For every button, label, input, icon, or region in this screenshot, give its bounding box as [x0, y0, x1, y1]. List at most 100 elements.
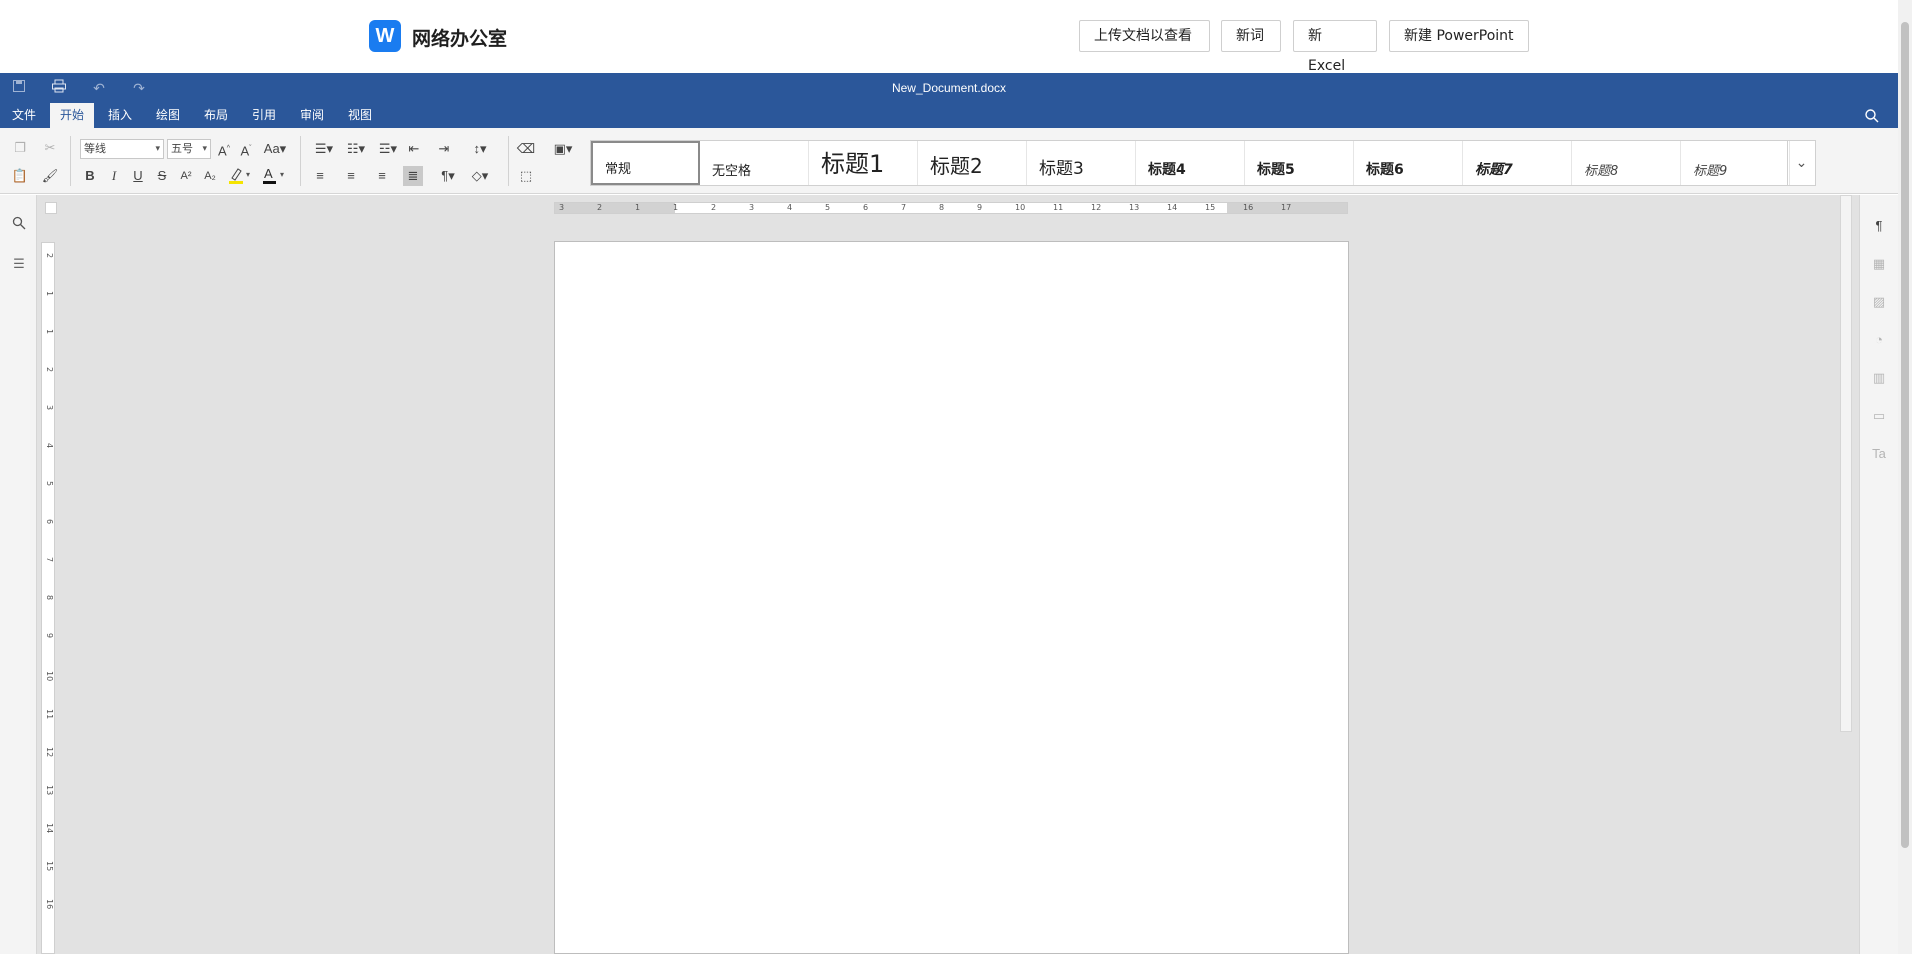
style-heading-9[interactable]: 标题9 [1681, 141, 1790, 185]
table-icon[interactable]: ▦ [1869, 254, 1889, 274]
style-heading-1-label: 标题1 [821, 150, 885, 178]
copy-icon[interactable]: ❐ [10, 138, 30, 158]
superscript-icon[interactable]: A² [176, 166, 196, 186]
ruler-number: 11 [45, 709, 54, 720]
document-page[interactable] [554, 241, 1349, 954]
ruler-number: 2 [597, 203, 603, 212]
tab-view[interactable]: 视图 [338, 103, 382, 128]
new-powerpoint-button[interactable]: 新建 PowerPoint [1389, 20, 1529, 52]
document-scrollbar[interactable] [1840, 195, 1852, 732]
strikethrough-icon[interactable]: S [152, 166, 172, 186]
shading-icon[interactable]: ◇▾ [466, 166, 494, 186]
tab-stop-selector[interactable] [45, 202, 57, 214]
ruler-number: 9 [977, 203, 983, 212]
style-heading-7[interactable]: 标题7 [1463, 141, 1572, 185]
brand-name[interactable]: 网络办公室 [412, 24, 507, 51]
window-scrollbar[interactable] [1898, 0, 1912, 954]
header-footer-icon[interactable]: ▭ [1869, 406, 1889, 426]
tab-references[interactable]: 引用 [242, 103, 286, 128]
style-no-spacing[interactable]: 无空格 [700, 141, 809, 185]
justify-icon[interactable]: ≣ [403, 166, 423, 186]
increase-indent-icon[interactable]: ⇥ [434, 139, 454, 159]
decrease-indent-icon[interactable]: ⇤ [404, 139, 424, 159]
tab-review[interactable]: 审阅 [290, 103, 334, 128]
shape-icon[interactable]: ◔ [1869, 330, 1889, 350]
window-scrollbar-thumb[interactable] [1901, 22, 1909, 848]
new-excel-button[interactable]: 新 Excel [1293, 20, 1377, 74]
align-right-icon[interactable]: ≡ [372, 166, 392, 186]
style-heading-6[interactable]: 标题6 [1354, 141, 1463, 185]
tab-home[interactable]: 开始 [50, 103, 95, 128]
align-left-icon[interactable]: ≡ [310, 166, 330, 186]
text-art-icon[interactable]: Ta [1869, 444, 1889, 464]
cut-icon[interactable]: ✂ [40, 138, 60, 158]
tab-file[interactable]: 文件 [2, 103, 46, 128]
ruler-number: 14 [45, 823, 54, 834]
grow-font-icon[interactable]: A^ [214, 139, 234, 159]
highlight-color-icon[interactable]: ▾ [226, 166, 254, 186]
tab-layout[interactable]: 布局 [194, 103, 238, 128]
ruler-number: 4 [787, 203, 793, 212]
ribbon-separator [300, 136, 301, 186]
new-word-button[interactable]: 新词 [1221, 20, 1281, 52]
chart-icon[interactable]: ▥ [1869, 368, 1889, 388]
site-header: W 网络办公室 上传文档以查看 新词 新 Excel 新建 PowerPoint [0, 0, 1898, 74]
underline-icon[interactable]: U [128, 166, 148, 186]
shrink-font-icon[interactable]: Aˇ [236, 139, 256, 159]
multilevel-list-icon[interactable]: ☲▾ [374, 139, 402, 159]
style-heading-2[interactable]: 标题2 [918, 141, 1027, 185]
navigation-icon[interactable]: ☰ [9, 254, 29, 274]
style-heading-4[interactable]: 标题4 [1136, 141, 1245, 185]
search-icon[interactable] [9, 216, 29, 236]
line-spacing-icon[interactable]: ↕▾ [466, 139, 494, 159]
format-painter-icon[interactable]: 🖌 [40, 166, 60, 186]
align-center-icon[interactable]: ≡ [341, 166, 361, 186]
style-heading-1[interactable]: 标题1 [809, 141, 918, 185]
style-heading-3[interactable]: 标题3 [1027, 141, 1136, 185]
font-color-icon[interactable]: A ▾ [260, 166, 288, 186]
ruler-number: 10 [45, 671, 54, 682]
styles-expand-icon[interactable]: ⌄ [1787, 141, 1815, 185]
ruler-number: 16 [1243, 203, 1254, 212]
select-all-icon[interactable]: ⬚ [516, 166, 536, 186]
horizontal-ruler[interactable]: 3 2 1 1 2 3 4 5 6 7 8 9 10 11 12 13 14 15 16 17 [554, 202, 1348, 214]
paste-icon[interactable]: 📋 [10, 166, 30, 186]
numbered-list-icon[interactable]: ☷▾ [342, 139, 370, 159]
borders-icon[interactable]: ▣▾ [548, 139, 578, 159]
search-icon[interactable] [1864, 108, 1880, 124]
document-title: New_Document.docx [891, 81, 1007, 95]
ribbon: ❐ ✂ 📋 🖌 等线 ▾ 五号 ▾ A^ Aˇ Aa▾ B I U S A² A₂ … [0, 128, 1898, 194]
image-icon[interactable]: ▨ [1869, 292, 1889, 312]
bullet-list-icon[interactable]: ☰▾ [310, 139, 338, 159]
paragraph-icon[interactable]: ¶ [1869, 216, 1889, 236]
ruler-number: 10 [1015, 203, 1026, 212]
ruler-number: 16 [45, 899, 54, 910]
svg-text:▾: ▾ [246, 170, 250, 179]
upload-document-button[interactable]: 上传文档以查看 [1079, 20, 1210, 52]
tab-draw[interactable]: 绘图 [146, 103, 190, 128]
font-size-select[interactable]: 五号 ▾ [167, 139, 211, 159]
font-name-select[interactable]: 等线 ▾ [80, 139, 164, 159]
font-name-value: 等线 [84, 142, 106, 155]
vertical-ruler[interactable]: 2 1 1 2 3 4 5 6 7 8 9 10 11 12 13 14 15 16 [41, 242, 55, 954]
style-no-spacing-label: 无空格 [712, 164, 752, 179]
style-heading-6-label: 标题6 [1366, 162, 1404, 178]
change-case-icon[interactable]: Aa▾ [260, 139, 290, 159]
app-logo[interactable]: W [369, 20, 401, 52]
menu-bar: 文件 开始 插入 绘图 布局 引用 审阅 视图 [0, 103, 1898, 128]
style-heading-8[interactable]: 标题8 [1572, 141, 1681, 185]
ruler-number: 1 [45, 291, 54, 297]
left-panel: ☰ [0, 195, 37, 954]
ruler-number: 1 [45, 329, 54, 335]
styles-gallery: 常规 无空格 标题1 标题2 标题3 标题4 标题5 标题6 标题7 标题8 标… [590, 140, 1816, 186]
ruler-number: 11 [1053, 203, 1064, 212]
tab-insert[interactable]: 插入 [98, 103, 142, 128]
subscript-icon[interactable]: A₂ [200, 166, 220, 186]
style-normal[interactable]: 常规 [591, 141, 700, 185]
ruler-number: 3 [559, 203, 565, 212]
bold-icon[interactable]: B [80, 166, 100, 186]
italic-icon[interactable]: I [104, 166, 124, 186]
style-heading-5[interactable]: 标题5 [1245, 141, 1354, 185]
clear-formatting-icon[interactable]: ⌫ [516, 139, 536, 159]
paragraph-marks-icon[interactable]: ¶▾ [434, 166, 462, 186]
